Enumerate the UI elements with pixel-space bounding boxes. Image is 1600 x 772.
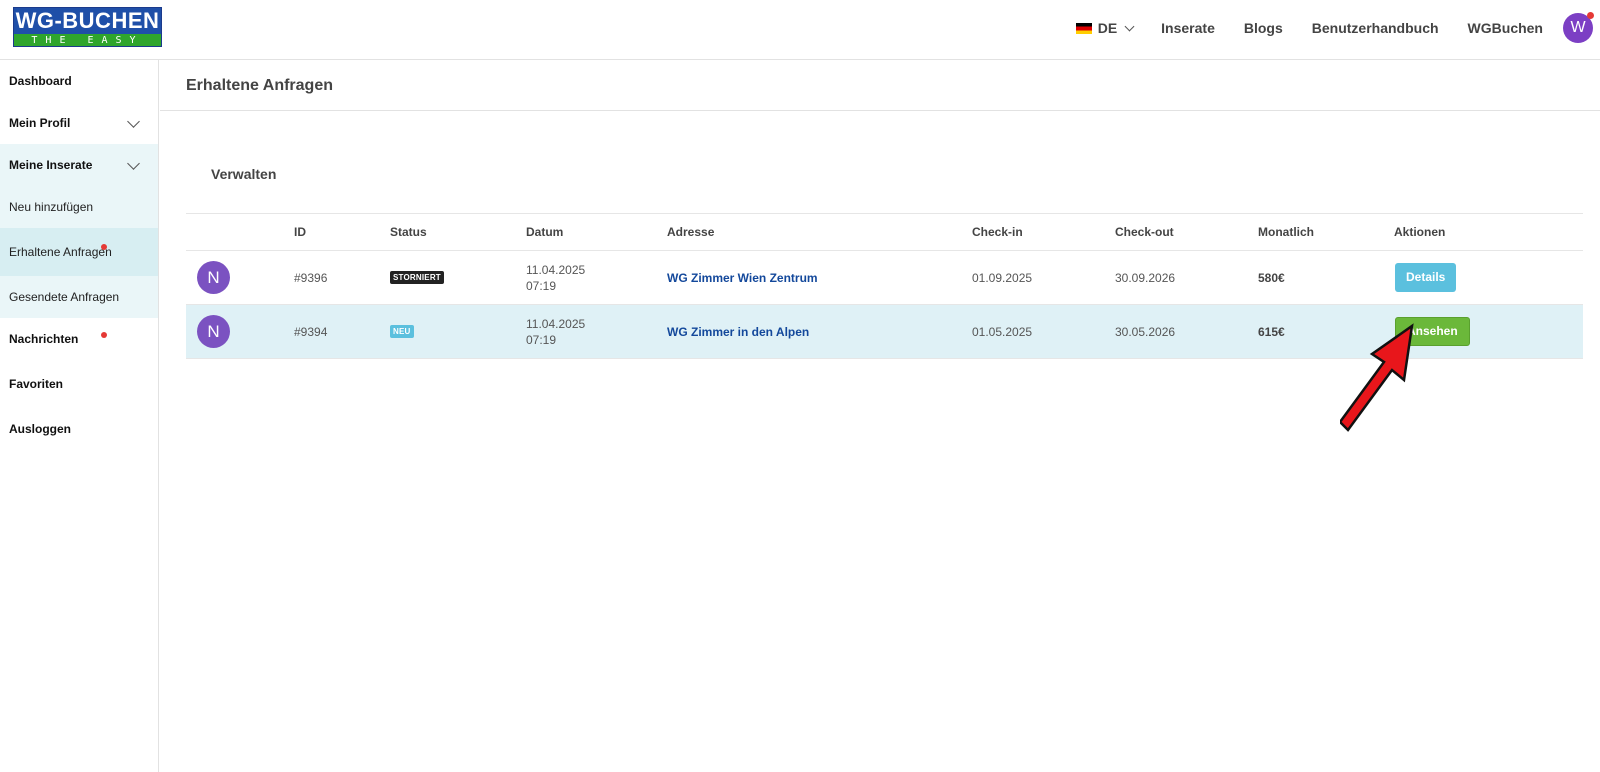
status-cell: STORNIERT	[390, 251, 444, 304]
column-header-status: Status	[390, 225, 427, 239]
address-link[interactable]: WG Zimmer Wien Zentrum	[667, 271, 818, 285]
sidebar-item-label: Mein Profil	[9, 116, 71, 130]
date-cell: 11.04.2025 07:19	[526, 251, 585, 304]
sidebar-item-label: Erhaltene Anfragen	[9, 245, 112, 259]
top-nav: DE Inserate Blogs Benutzerhandbuch WGBuc…	[1075, 0, 1600, 56]
sidebar-item-label: Gesendete Anfragen	[9, 290, 120, 304]
avatar-cell: N	[197, 305, 230, 358]
details-button[interactable]: Details	[1395, 263, 1457, 292]
notification-dot	[101, 332, 107, 338]
sidebar-item-label: Neu hinzufügen	[9, 200, 94, 214]
column-header-id: ID	[294, 225, 306, 239]
chevron-down-icon	[127, 115, 140, 128]
nav-link-benutzerhandbuch[interactable]: Benutzerhandbuch	[1312, 20, 1439, 36]
nav-link-wgbuchen[interactable]: WGBuchen	[1468, 20, 1543, 36]
sidebar-item-neu-hinzufuegen[interactable]: Neu hinzufügen	[0, 186, 158, 228]
sidebar-item-mein-profil[interactable]: Mein Profil	[0, 102, 158, 144]
table-row: N #9396 STORNIERT 11.04.2025 07:19 WG Zi…	[186, 251, 1583, 305]
avatar[interactable]: N	[197, 315, 230, 348]
top-header: WG-BUCHEN THE EASY WAY DE Inserate Blogs…	[0, 0, 1600, 60]
logo-name: WG-BUCHEN	[14, 8, 161, 34]
address-cell: WG Zimmer in den Alpen	[667, 305, 809, 358]
column-header-check-out: Check-out	[1115, 225, 1174, 239]
column-header-monatlich: Monatlich	[1258, 225, 1314, 239]
notification-dot	[1587, 12, 1594, 19]
actions-cell: Details	[1395, 251, 1457, 304]
nav-link-inserate[interactable]: Inserate	[1161, 20, 1215, 36]
address-cell: WG Zimmer Wien Zentrum	[667, 251, 818, 304]
page-title: Erhaltene Anfragen	[160, 60, 1600, 111]
status-badge: STORNIERT	[390, 271, 444, 284]
column-header-aktionen: Aktionen	[1394, 225, 1446, 239]
request-time: 07:19	[526, 278, 557, 293]
column-header-datum: Datum	[526, 225, 564, 239]
language-code: DE	[1097, 20, 1118, 36]
check-out-date: 30.05.2026	[1115, 324, 1176, 339]
status-cell: NEU	[390, 305, 414, 358]
logo-tagline: THE EASY WAY	[14, 34, 161, 46]
request-time: 07:19	[526, 332, 557, 347]
notification-dot	[101, 244, 107, 250]
date-cell: 11.04.2025 07:19	[526, 305, 585, 358]
avatar-letter: W	[1570, 19, 1586, 36]
status-badge: NEU	[390, 325, 414, 338]
nav-link-blogs[interactable]: Blogs	[1244, 20, 1283, 36]
user-avatar[interactable]: W	[1563, 12, 1594, 43]
language-selector[interactable]: DE	[1075, 20, 1135, 36]
sidebar-item-label: Dashboard	[9, 74, 72, 88]
section-title: Verwalten	[211, 166, 277, 182]
monthly-price: 615€	[1258, 324, 1285, 339]
chevron-down-icon	[1124, 21, 1135, 31]
request-id: #9394	[294, 324, 328, 339]
sidebar-item-gesendete-anfragen[interactable]: Gesendete Anfragen	[0, 276, 158, 318]
sidebar-item-label: Ausloggen	[9, 422, 71, 436]
column-header-adresse: Adresse	[667, 225, 715, 239]
sidebar-item-favoriten[interactable]: Favoriten	[0, 360, 158, 408]
address-link[interactable]: WG Zimmer in den Alpen	[667, 325, 809, 339]
sidebar-item-erhaltene-anfragen[interactable]: Erhaltene Anfragen	[0, 228, 158, 276]
check-out-date: 30.09.2026	[1115, 270, 1176, 285]
monthly-price: 580€	[1258, 270, 1285, 285]
german-flag-icon	[1075, 22, 1092, 34]
avatar[interactable]: N	[197, 261, 230, 294]
wg-buchen-logo[interactable]: WG-BUCHEN THE EASY WAY	[13, 7, 162, 47]
request-date: 11.04.2025	[526, 316, 586, 331]
avatar-cell: N	[197, 251, 230, 304]
sidebar-item-ausloggen[interactable]: Ausloggen	[0, 408, 158, 450]
sidebar-item-label: Favoriten	[9, 377, 64, 391]
sidebar-item-dashboard[interactable]: Dashboard	[0, 60, 158, 102]
request-id: #9396	[294, 270, 328, 285]
column-header-check-in: Check-in	[972, 225, 1023, 239]
chevron-down-icon	[127, 157, 140, 170]
check-in-date: 01.09.2025	[972, 270, 1033, 285]
check-in-date: 01.05.2025	[972, 324, 1033, 339]
sidebar-item-meine-inserate[interactable]: Meine Inserate	[0, 144, 158, 186]
sidebar-item-label: Nachrichten	[9, 332, 79, 346]
sidebar-item-label: Meine Inserate	[9, 158, 93, 172]
request-date: 11.04.2025	[526, 262, 586, 277]
sidebar: Dashboard Mein Profil Meine Inserate Neu…	[0, 60, 159, 772]
red-arrow-annotation	[1340, 323, 1414, 432]
sidebar-item-nachrichten[interactable]: Nachrichten	[0, 318, 158, 360]
table-header-row: ID Status Datum Adresse Check-in Check-o…	[186, 214, 1583, 251]
